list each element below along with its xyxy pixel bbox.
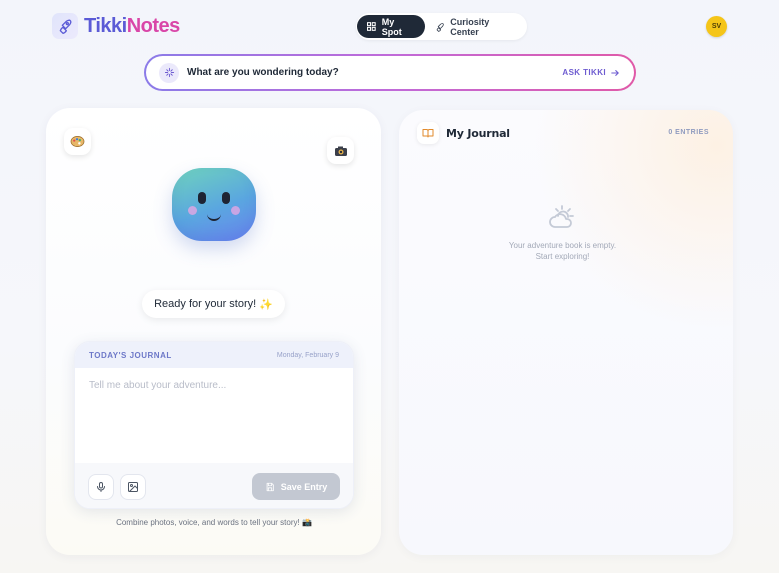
journal-header: TODAY'S JOURNAL Monday, February 9 (75, 342, 353, 368)
logo-part-notes: Notes (126, 15, 181, 37)
tab-curiosity-center[interactable]: Curiosity Center (425, 15, 527, 38)
ask-tikki-button[interactable]: ASK TIKKI (562, 68, 619, 77)
journal-date: Monday, February 9 (276, 351, 339, 359)
add-photo-button[interactable] (120, 473, 146, 500)
my-journal-panel (399, 110, 733, 555)
search-bar: What are you wondering today? ASK TIKKI (144, 54, 636, 91)
save-icon (266, 482, 274, 491)
arrow-right-icon (611, 69, 619, 76)
entries-count: 0 ENTRIES (668, 129, 709, 136)
save-entry-button[interactable]: Save Entry (252, 473, 340, 500)
mascot-mouth (207, 214, 221, 221)
mascot-right-eye (222, 192, 230, 204)
tab-my-spot-label: My Spot (381, 16, 402, 37)
tab-curiosity-center-label: Curiosity Center (450, 16, 490, 37)
sparkle-icon (159, 62, 179, 83)
rocket-logo-icon[interactable] (52, 13, 78, 39)
journal-editor: TODAY'S JOURNAL Monday, February 9 Save … (74, 341, 354, 509)
tikki-mascot[interactable] (172, 168, 256, 241)
empty-state-line2: Start exploring! (535, 252, 590, 261)
search-field[interactable]: What are you wondering today? ASK TIKKI (146, 56, 634, 89)
app-logo[interactable]: TikkiNotes (84, 13, 180, 39)
book-open-icon (417, 122, 439, 144)
main-nav: My Spot Curiosity Center (356, 13, 527, 40)
mascot-left-cheek (188, 206, 197, 215)
search-input[interactable]: What are you wondering today? (187, 67, 562, 78)
mascot-right-cheek (231, 206, 240, 215)
status-text: Ready for your story! (154, 298, 257, 310)
logo-part-tikki: Tikki (84, 15, 127, 37)
user-avatar[interactable]: SV (706, 16, 727, 37)
empty-state-message: Your adventure book is empty. Start expl… (480, 240, 645, 262)
sparkles-icon: ✨ (259, 298, 273, 311)
journal-textarea[interactable] (75, 368, 353, 463)
status-bubble: Ready for your story! ✨ (142, 290, 285, 318)
microphone-icon (97, 481, 105, 492)
rocket-icon (436, 22, 444, 32)
my-journal-title: My Journal (446, 127, 510, 140)
tab-my-spot[interactable]: My Spot (357, 15, 425, 38)
cloud-sun-icon (548, 204, 576, 235)
mascot-left-eye (198, 192, 206, 204)
empty-state-line1: Your adventure book is empty. (508, 241, 617, 250)
app-header: TikkiNotes My Spot Curiosity Center SV (0, 0, 779, 52)
voice-record-button[interactable] (88, 473, 114, 500)
journal-toolbar: Save Entry (75, 463, 353, 508)
grid-icon (367, 22, 376, 31)
image-icon (128, 481, 138, 492)
journal-title: TODAY'S JOURNAL (89, 350, 172, 360)
ask-tikki-label: ASK TIKKI (562, 68, 606, 77)
save-entry-label: Save Entry (280, 481, 328, 492)
palette-icon[interactable] (64, 128, 91, 155)
camera-icon[interactable] (327, 137, 354, 164)
journal-hint: Combine photos, voice, and words to tell… (116, 518, 312, 527)
